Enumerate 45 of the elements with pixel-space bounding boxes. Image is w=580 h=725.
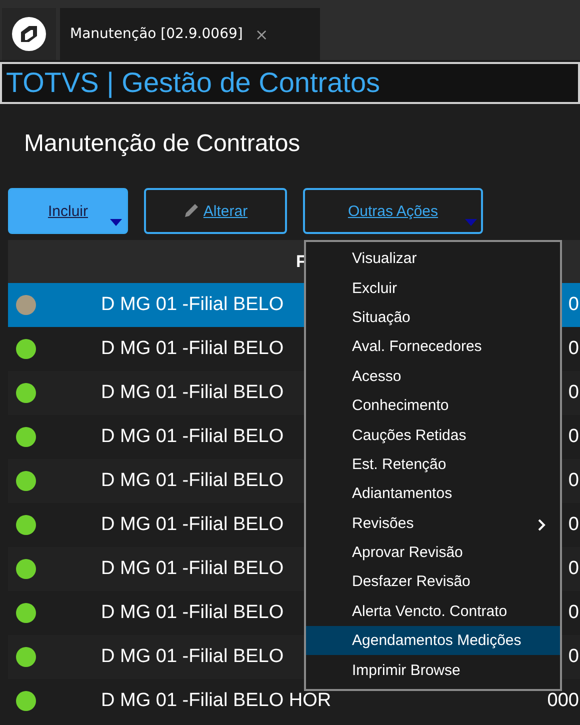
table-cell: 0: [568, 338, 580, 360]
table-cell: 0: [568, 426, 580, 448]
app-title: TOTVS | Gestão de Contratos: [0, 62, 580, 104]
menu-item[interactable]: Revisões: [306, 508, 560, 538]
table-cell[interactable]: D MG 01 -Filial BELO: [101, 426, 284, 448]
table-cell: 0: [568, 382, 580, 404]
menu-item[interactable]: Desfazer Revisão: [306, 567, 560, 597]
table-cell: 0: [568, 514, 580, 536]
table-cell[interactable]: D MG 01 -Filial BELO: [101, 602, 284, 624]
menu-item[interactable]: Conhecimento: [306, 390, 560, 420]
menu-item[interactable]: Excluir: [306, 273, 560, 303]
table-cell: 0: [568, 646, 580, 668]
table-cell: 0: [568, 602, 580, 624]
menu-item[interactable]: Alerta Vencto. Contrato: [306, 596, 560, 626]
edit-button[interactable]: Alterar: [144, 188, 287, 234]
menu-item[interactable]: Est. Retenção: [306, 450, 560, 480]
menu-item[interactable]: Cauções Retidas: [306, 420, 560, 450]
tab-title: Manutenção [02.9.0069]: [70, 26, 243, 42]
menu-item[interactable]: Acesso: [306, 362, 560, 391]
menu-item[interactable]: Agendamentos Medições: [306, 626, 560, 656]
table-cell: 0: [568, 294, 580, 316]
table-cell[interactable]: D MG 01 -Filial BELO: [101, 338, 284, 360]
action-button[interactable]: Outras Ações: [303, 188, 483, 234]
table-cell[interactable]: D MG 01 -Filial BELO: [101, 470, 284, 492]
table-cell: 0: [568, 558, 580, 580]
menu-item[interactable]: Situação: [306, 302, 560, 332]
page-title: Manutenção de Contratos: [23, 129, 302, 159]
pencil-icon: [183, 203, 200, 219]
table-cell: 000: [547, 690, 580, 712]
table-cell[interactable]: D MG 01 -Filial BELO: [101, 294, 284, 316]
table-cell[interactable]: D MG 01 -Filial BELO: [101, 382, 284, 404]
menu-item[interactable]: Adiantamentos: [306, 479, 560, 509]
menu-item[interactable]: Imprimir Browse: [306, 655, 560, 685]
close-icon[interactable]: ×: [254, 24, 268, 44]
table-cell[interactable]: D MG 01 -Filial BELO: [101, 558, 284, 580]
menu-item[interactable]: Aval. Fornecedores: [306, 332, 560, 362]
table-cell: 0: [568, 470, 580, 492]
action-button[interactable]: Incluir: [8, 188, 128, 234]
table-cell[interactable]: D MG 01 -Filial BELO: [101, 514, 284, 536]
table-cell[interactable]: D MG 01 -Filial BELO HOR: [101, 690, 332, 712]
logo-icon: [11, 16, 47, 52]
table-cell[interactable]: D MG 01 -Filial BELO: [101, 646, 284, 668]
menu-item[interactable]: Visualizar: [306, 244, 560, 274]
menu-item[interactable]: Aprovar Revisão: [306, 538, 560, 568]
tab[interactable]: Manutenção [02.9.0069] ×: [60, 8, 320, 60]
